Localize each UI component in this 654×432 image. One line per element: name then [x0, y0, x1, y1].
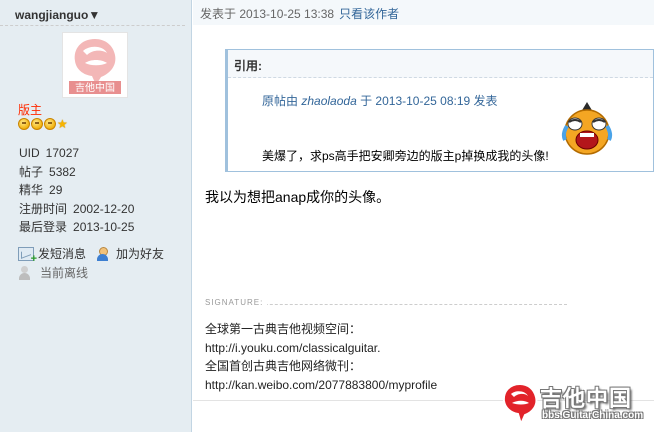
stat-label: 注册时间: [19, 201, 68, 216]
add-friend-link[interactable]: 加为好友: [96, 245, 164, 262]
signature-link[interactable]: http://i.youku.com/classicalguitar.: [205, 339, 437, 358]
signature-link[interactable]: http://kan.weibo.com/2077883800/myprofil…: [205, 376, 437, 395]
send-message-link[interactable]: 发短消息: [18, 245, 87, 265]
chevron-down-icon[interactable]: ▼: [88, 8, 100, 22]
offline-user-icon: [18, 265, 34, 280]
author-actions: 发短消息 加为好友 当前离线: [18, 244, 174, 282]
stat-value: 2013-10-25: [73, 220, 135, 234]
add-friend-icon: [96, 246, 112, 261]
stat-label: 精华: [19, 183, 44, 197]
post-timestamp: 发表于 2013-10-25 13:38: [200, 7, 335, 21]
stat-row-registered: 注册时间 2002-12-20: [19, 200, 134, 219]
add-friend-label: 加为好友: [116, 247, 165, 261]
signature-line: 全球第一古典吉他视频空间：: [205, 322, 362, 336]
stat-label: UID: [19, 146, 40, 160]
author-sidebar: wangjianguo▼ 吉他中国 版主 ★ UID 17027 帖子 5382 精…: [0, 0, 192, 432]
stat-row-uid: UID 17027: [19, 144, 134, 163]
crying-emoji-icon: [561, 102, 613, 155]
post-body: 我以为想把anap成你的头像。: [205, 189, 391, 205]
stat-row-last-login: 最后登录 2013-10-25: [19, 218, 134, 237]
stat-row-digest: 精华 29: [19, 181, 134, 200]
star-rank-icon: ★: [57, 117, 68, 131]
online-status: 当前离线: [40, 266, 89, 280]
sun-rank-icon: [44, 118, 56, 130]
signature-line: 全国首创古典吉他网络微刊：: [205, 359, 362, 373]
quoted-user-link[interactable]: zhaolaoda: [301, 94, 356, 108]
status-row: 当前离线: [18, 263, 174, 282]
author-header: wangjianguo▼: [0, 0, 185, 26]
quote-source-prefix: 原帖由: [262, 94, 299, 108]
sun-rank-icon: [18, 118, 30, 130]
action-row: 发短消息 加为好友: [18, 244, 174, 265]
author-stats: UID 17027 帖子 5382 精华 29 注册时间 2002-12-20 最后登录…: [19, 144, 134, 237]
guitar-china-logo-icon: 吉他中国: [63, 33, 127, 97]
quote-text: 美爆了，求ps高手把安卿旁边的版主p掉换成我的头像!: [262, 149, 549, 163]
quote-block: 引用: 原帖由 zhaolaoda 于 2013-10-25 08:19 发表 …: [225, 49, 654, 172]
signature-label: SIGNATURE:: [205, 298, 268, 307]
post-meta-bar: 发表于 2013-10-25 13:38 只看该作者: [193, 0, 654, 26]
stat-value[interactable]: 29: [49, 181, 62, 200]
sun-rank-icon: [31, 118, 43, 130]
stat-value: 2002-12-20: [73, 201, 135, 216]
watermark-subtitle: bbs.GuitarChina.com: [542, 410, 644, 421]
avatar-logo-text: 吉他中国: [75, 81, 115, 94]
rank-stars: ★: [18, 118, 68, 130]
stat-value[interactable]: 5382: [49, 163, 76, 182]
send-message-label: 发短消息: [38, 247, 87, 261]
quote-title: 引用:: [228, 50, 653, 78]
signature: 全球第一古典吉他视频空间： http://i.youku.com/classic…: [205, 320, 437, 394]
only-author-link[interactable]: 只看该作者: [339, 7, 399, 21]
guitar-china-watermark-icon: [502, 382, 538, 426]
user-group-title[interactable]: 版主: [18, 101, 42, 118]
quote-source-suffix: 于 2013-10-25 08:19 发表: [360, 94, 498, 108]
stat-label: 帖子: [19, 164, 44, 179]
stat-row-posts: 帖子 5382: [19, 163, 134, 182]
quote-source: 原帖由 zhaolaoda 于 2013-10-25 08:19 发表: [262, 92, 498, 109]
stat-value: 17027: [45, 146, 80, 160]
author-name[interactable]: wangjianguo: [15, 8, 88, 22]
site-watermark: 吉他中国 bbs.GuitarChina.com: [500, 380, 654, 428]
send-message-icon: [18, 246, 37, 265]
stat-label: 最后登录: [19, 220, 68, 234]
avatar[interactable]: 吉他中国: [62, 32, 128, 98]
watermark-title: 吉他中国: [540, 387, 633, 412]
